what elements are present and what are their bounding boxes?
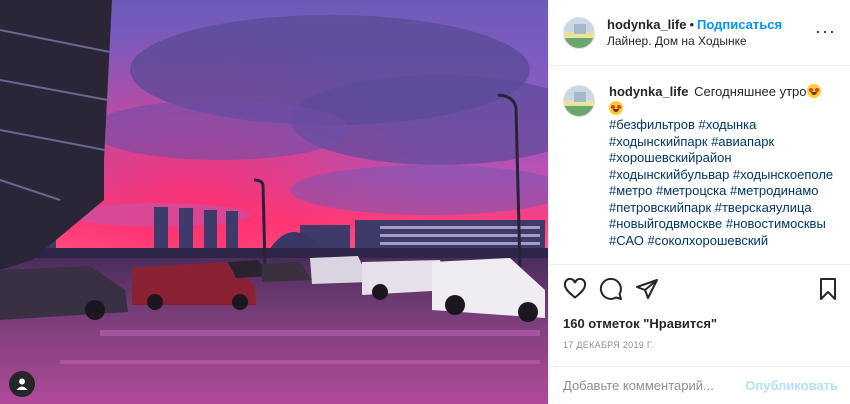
post-actions <box>549 265 850 315</box>
post-sidebar: hodynka_life • Подписаться Лайнер. Дом на … <box>548 0 850 404</box>
follow-button[interactable]: Подписаться <box>697 17 782 32</box>
post-header-text: hodynka_life • Подписаться Лайнер. Дом на … <box>607 16 782 50</box>
caption-avatar[interactable] <box>563 85 595 117</box>
separator-dot: • <box>689 16 695 32</box>
comment-icon[interactable] <box>599 277 623 301</box>
author-avatar[interactable] <box>563 16 595 49</box>
instagram-post: hodynka_life • Подписаться Лайнер. Дом на … <box>0 0 850 404</box>
likes-count[interactable]: 160 отметок "Нравится" <box>549 315 850 333</box>
post-location[interactable]: Лайнер. Дом на Ходынке <box>607 33 782 50</box>
post-caption: hodynka_life Сегодняшнее утро #безфильтр… <box>549 66 850 265</box>
post-photo[interactable] <box>0 0 548 404</box>
caption-hashtags[interactable]: #безфильтров #ходынка #ходынскийпарк #ав… <box>609 117 833 248</box>
heart-icon[interactable] <box>563 277 587 301</box>
star-struck-emoji-icon <box>806 84 821 98</box>
more-horizontal-icon[interactable]: ··· <box>815 22 836 40</box>
caption-text: Сегодняшнее утро <box>694 84 807 99</box>
post-date[interactable]: 17 ДЕКАБРЯ 2019 Г. <box>549 333 850 352</box>
user-icon <box>16 378 28 390</box>
avatar-image <box>564 86 594 116</box>
sunset-photo <box>0 0 548 404</box>
comment-input[interactable] <box>563 378 746 393</box>
comment-form: Опубликовать <box>549 366 850 404</box>
star-struck-emoji-icon <box>609 100 623 115</box>
bookmark-icon[interactable] <box>816 277 840 301</box>
author-username[interactable]: hodynka_life <box>607 17 686 32</box>
share-icon[interactable] <box>635 277 659 301</box>
publish-button[interactable]: Опубликовать <box>745 378 838 393</box>
tagged-users-icon[interactable] <box>9 371 35 397</box>
caption-username[interactable]: hodynka_life <box>609 84 688 99</box>
avatar-image <box>564 17 594 48</box>
caption-body: hodynka_life Сегодняшнее утро #безфильтр… <box>609 84 836 264</box>
post-header: hodynka_life • Подписаться Лайнер. Дом на … <box>549 0 850 66</box>
